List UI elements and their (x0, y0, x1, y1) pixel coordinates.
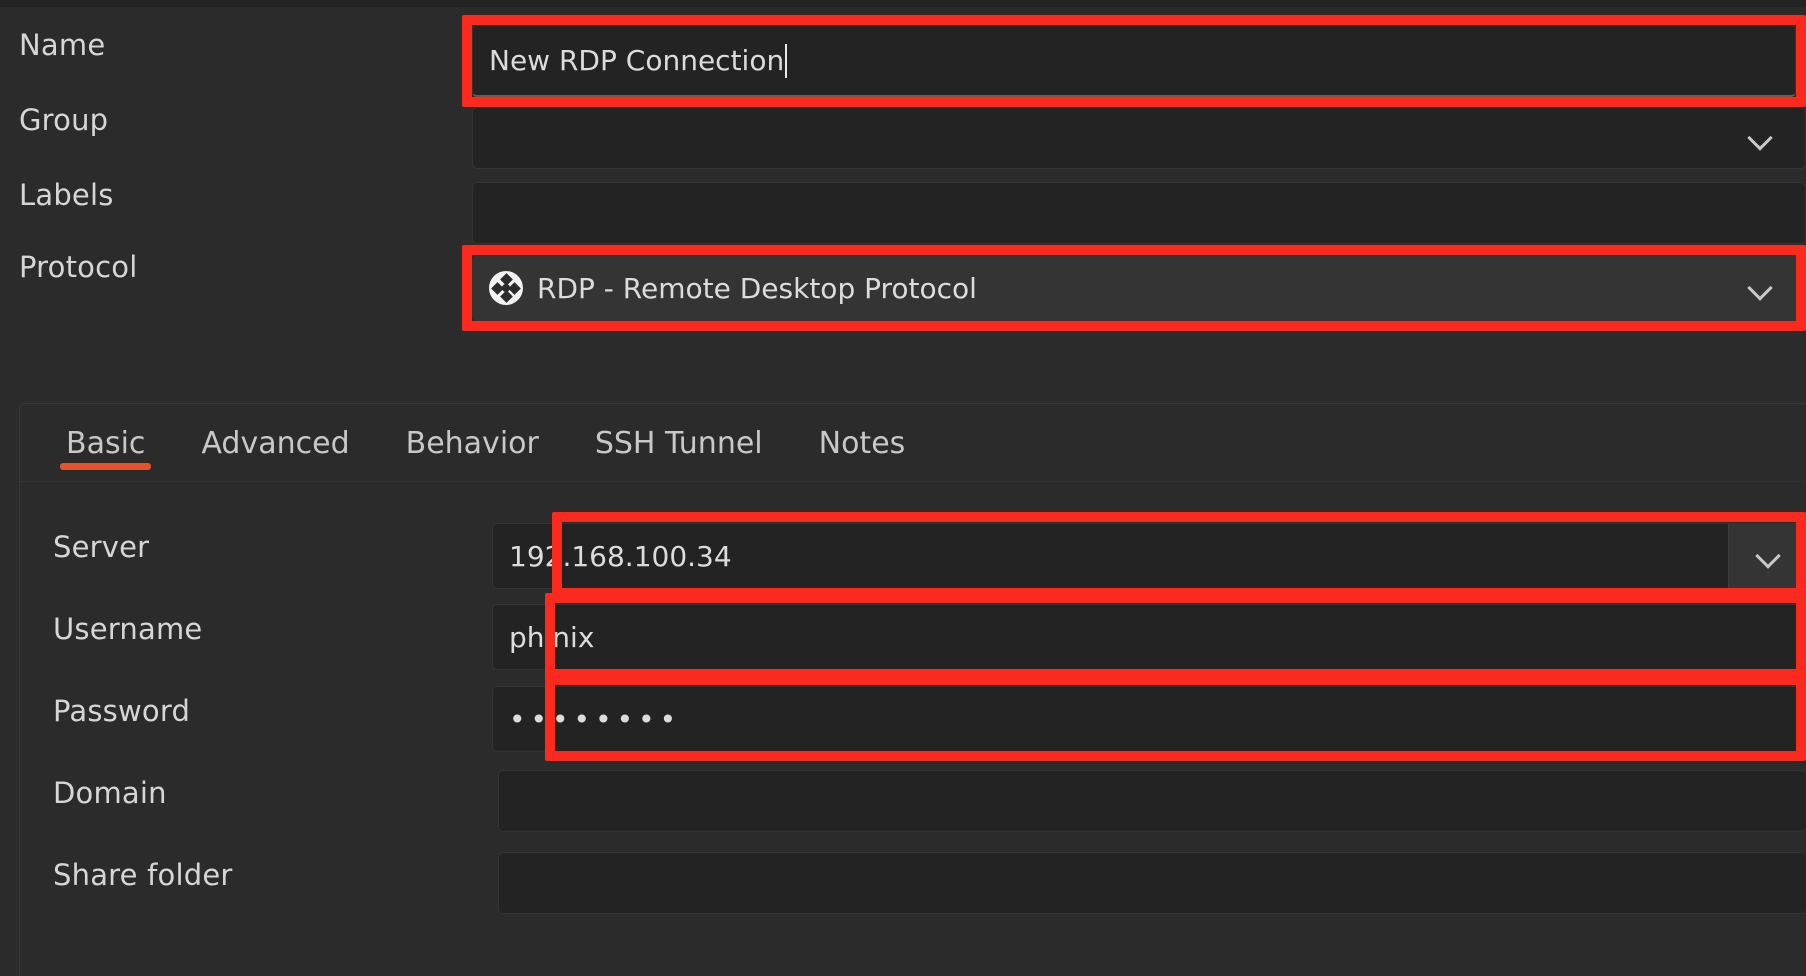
tab-basic[interactable]: Basic (38, 404, 173, 482)
password-input[interactable]: •••••••• (492, 686, 1806, 752)
window-top-strip (0, 0, 1806, 7)
domain-input[interactable] (498, 770, 1806, 832)
tab-ssh-tunnel-label: SSH Tunnel (594, 425, 763, 461)
server-combobox[interactable]: 192.168.100.34 (492, 523, 1806, 589)
username-input[interactable]: phinix (492, 604, 1806, 670)
chevron-down-icon (1748, 126, 1772, 150)
tab-bar: Basic Advanced Behavior SSH Tunnel Notes (20, 404, 1806, 482)
protocol-combobox[interactable]: RDP - Remote Desktop Protocol (472, 255, 1806, 321)
tab-behavior-label: Behavior (405, 425, 539, 461)
domain-label: Domain (53, 776, 167, 810)
connection-editor-window: Name New RDP Connection Group Labels Pro… (0, 0, 1806, 976)
protocol-value-wrap: RDP - Remote Desktop Protocol (473, 271, 1715, 305)
labels-input[interactable] (472, 182, 1806, 244)
group-label: Group (19, 103, 109, 137)
tab-ssh-tunnel[interactable]: SSH Tunnel (567, 404, 791, 482)
tab-behavior[interactable]: Behavior (378, 404, 567, 482)
settings-tab-panel: Basic Advanced Behavior SSH Tunnel Notes… (19, 403, 1806, 976)
rdp-protocol-icon (489, 271, 523, 305)
group-combobox[interactable] (472, 107, 1806, 169)
tab-active-indicator (60, 463, 152, 470)
protocol-label: Protocol (19, 250, 138, 284)
text-caret (785, 43, 788, 78)
name-input[interactable]: New RDP Connection (472, 25, 1796, 97)
protocol-dropdown-button[interactable] (1715, 256, 1805, 320)
name-label: Name (19, 28, 106, 62)
username-label: Username (53, 612, 203, 646)
share-folder-input[interactable] (498, 852, 1806, 914)
username-input-value: phinix (509, 620, 595, 654)
tab-notes-label: Notes (818, 425, 906, 461)
group-dropdown-button[interactable] (1715, 108, 1805, 168)
share-folder-label: Share folder (53, 858, 233, 892)
chevron-down-icon (1756, 544, 1780, 568)
tab-notes[interactable]: Notes (791, 404, 934, 482)
tab-basic-label: Basic (66, 425, 146, 461)
server-dropdown-button[interactable] (1728, 524, 1806, 588)
server-label: Server (53, 530, 150, 564)
server-value: 192.168.100.34 (509, 539, 732, 573)
name-input-value: New RDP Connection (489, 44, 785, 77)
password-input-value: •••••••• (509, 702, 682, 736)
labels-label: Labels (19, 178, 114, 212)
tab-advanced[interactable]: Advanced (173, 404, 377, 482)
chevron-down-icon (1748, 276, 1772, 300)
password-label: Password (53, 694, 191, 728)
tab-advanced-label: Advanced (201, 425, 350, 461)
protocol-value: RDP - Remote Desktop Protocol (537, 271, 977, 305)
